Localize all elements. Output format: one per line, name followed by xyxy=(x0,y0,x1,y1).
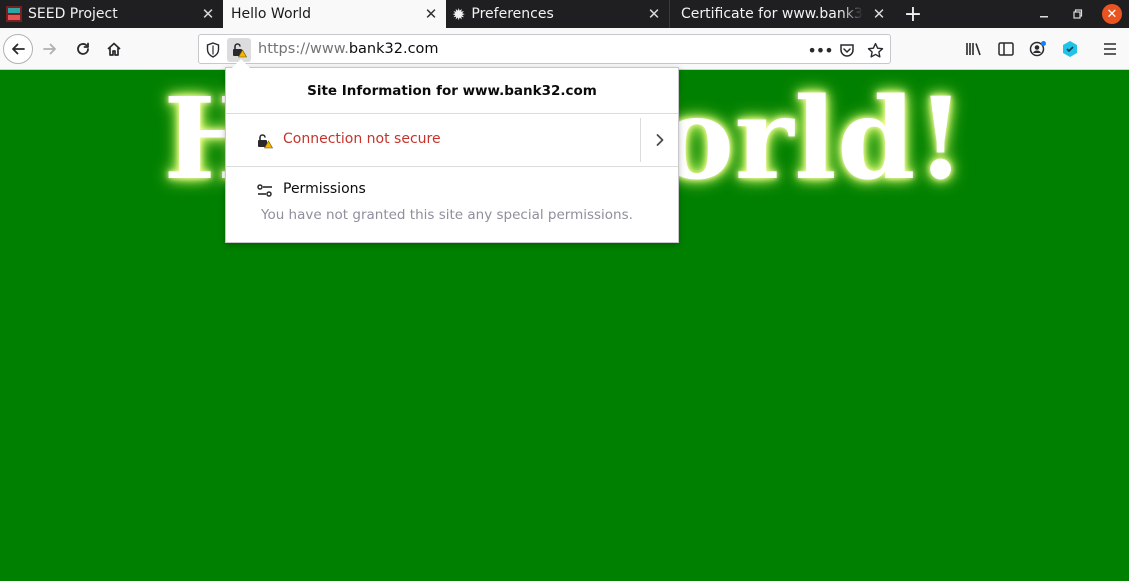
url-domain: bank32.com xyxy=(348,41,439,57)
tab-close-icon[interactable]: ✕ xyxy=(422,5,440,23)
forward-button[interactable] xyxy=(35,34,65,64)
site-information-panel: Site Information for www.bank32.com Conn… xyxy=(225,67,679,243)
page-actions-menu-icon[interactable]: ••• xyxy=(807,39,833,61)
tab-title: Certificate for www.bank32.com xyxy=(681,6,863,22)
tab-title: Hello World xyxy=(231,6,312,22)
library-icon[interactable] xyxy=(963,38,985,60)
connection-status-text: Connection not secure xyxy=(283,131,441,147)
popup-title: Site Information for www.bank32.com xyxy=(226,68,678,114)
restore-icon[interactable] xyxy=(1064,0,1092,28)
tracking-protection-shield-icon[interactable] xyxy=(202,39,224,61)
reload-button[interactable] xyxy=(68,34,98,64)
home-icon xyxy=(107,42,121,56)
tab-title: SEED Project xyxy=(28,6,118,22)
forward-arrow-icon xyxy=(43,43,56,55)
tab-title: Preferences xyxy=(471,6,554,22)
window-close-icon[interactable]: ✕ xyxy=(1102,4,1122,24)
reload-icon xyxy=(77,42,89,55)
permissions-section: Permissions You have not granted this si… xyxy=(226,167,678,242)
tab-seed-project[interactable]: SEED Project ✕ xyxy=(0,0,223,28)
connection-security-row[interactable]: Connection not secure xyxy=(226,114,678,167)
permissions-title: Permissions xyxy=(283,181,366,197)
tab-close-icon[interactable]: ✕ xyxy=(199,5,217,23)
permissions-icon xyxy=(257,184,272,197)
back-button[interactable] xyxy=(3,34,33,64)
bookmark-star-icon[interactable] xyxy=(864,39,886,61)
navigation-toolbar: https://www.bank32.com ••• xyxy=(0,28,1129,70)
url-text[interactable]: https://www.bank32.com xyxy=(258,41,439,57)
url-prefix: https://www. xyxy=(258,41,349,57)
popup-arrow xyxy=(232,59,250,68)
new-tab-button[interactable]: + xyxy=(898,0,928,28)
account-avatar-icon[interactable] xyxy=(1027,38,1049,60)
tab-hello-world[interactable]: Hello World ✕ xyxy=(223,0,446,28)
url-bar[interactable]: https://www.bank32.com ••• xyxy=(198,34,891,64)
seed-favicon-icon xyxy=(6,6,22,22)
tab-close-icon[interactable]: ✕ xyxy=(645,5,663,23)
hamburger-menu-icon[interactable] xyxy=(1099,38,1121,60)
tab-close-icon[interactable]: ✕ xyxy=(870,5,888,23)
gear-icon: ✹ xyxy=(452,4,466,24)
tab-preferences[interactable]: ✹ Preferences ✕ xyxy=(446,0,670,28)
back-arrow-icon xyxy=(12,43,25,55)
pocket-icon[interactable] xyxy=(836,39,858,61)
chevron-right-icon xyxy=(656,134,664,146)
extension-icon[interactable] xyxy=(1059,38,1081,60)
home-button[interactable] xyxy=(99,34,129,64)
permissions-description: You have not granted this site any speci… xyxy=(261,207,633,223)
sidebar-toggle-icon[interactable] xyxy=(995,38,1017,60)
connection-details-button[interactable] xyxy=(641,114,679,166)
tab-certificate[interactable]: Certificate for www.bank32.com ✕ xyxy=(670,0,894,28)
minimize-icon[interactable] xyxy=(1030,0,1058,28)
insecure-lock-icon xyxy=(258,134,274,149)
tab-strip: SEED Project ✕ Hello World ✕ ✹ Preferenc… xyxy=(0,0,1129,28)
